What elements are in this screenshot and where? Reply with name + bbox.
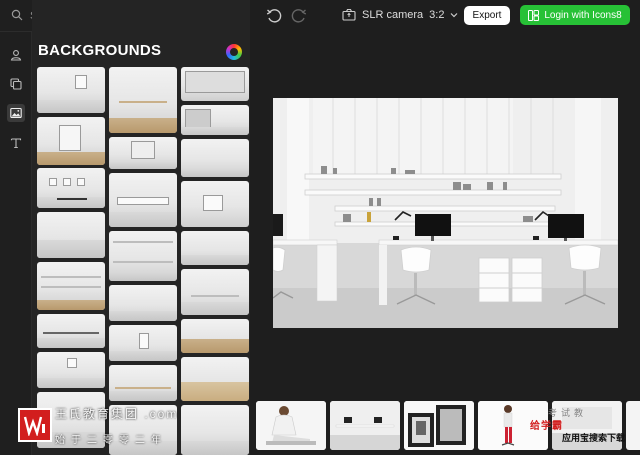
watermark-text: 应用宝搜索下载 — [562, 433, 626, 443]
scene-thumb[interactable] — [626, 401, 640, 450]
image-icon — [10, 107, 22, 119]
camera-selector[interactable]: SLR camera 3:2 — [342, 8, 458, 21]
scene-preview[interactable] — [273, 98, 618, 328]
top-bar: SLR camera 3:2 Export Login with Icons8 — [250, 0, 640, 32]
login-label: Login with Icons8 — [544, 9, 622, 21]
redo-icon[interactable] — [290, 7, 308, 25]
background-thumb[interactable] — [37, 262, 105, 310]
watermark-logo — [18, 408, 52, 442]
office-scene-image — [273, 98, 618, 328]
background-thumb[interactable] — [109, 173, 177, 227]
color-filter-icon[interactable] — [226, 44, 242, 60]
export-button[interactable]: Export — [464, 6, 510, 25]
watermark-w-icon — [23, 416, 45, 436]
background-thumb[interactable] — [109, 231, 177, 281]
background-thumb[interactable] — [37, 352, 105, 388]
rail-button-people[interactable] — [7, 46, 25, 64]
backgrounds-panel: BACKGROUNDS — [32, 0, 250, 455]
person-figure-image — [256, 401, 326, 450]
background-thumb[interactable] — [37, 212, 105, 258]
background-thumb[interactable] — [181, 181, 249, 227]
background-thumb[interactable] — [37, 117, 105, 165]
background-thumb[interactable] — [37, 168, 105, 208]
watermark-text: 给学霸 — [530, 421, 563, 432]
scene-strip — [250, 394, 640, 455]
text-icon — [10, 138, 22, 149]
login-button[interactable]: Login with Icons8 — [520, 5, 630, 25]
watermark-text: 王氏教育集团 .com — [55, 407, 179, 421]
frames-thumb-image — [404, 401, 474, 450]
background-thumb[interactable] — [181, 269, 249, 315]
search-icon — [11, 9, 23, 21]
panel-title: BACKGROUNDS — [38, 42, 162, 59]
scene-thumb[interactable] — [330, 401, 400, 450]
office-thumb-image — [330, 401, 400, 450]
person-icon — [10, 50, 22, 61]
rail-button-text[interactable] — [7, 134, 25, 152]
background-thumb[interactable] — [109, 137, 177, 169]
backgrounds-grid — [37, 67, 249, 455]
canvas-area — [250, 32, 640, 394]
camera-icon — [342, 8, 356, 21]
rail-button-objects[interactable] — [7, 75, 25, 93]
undo-icon[interactable] — [265, 7, 283, 25]
background-thumb[interactable] — [181, 405, 249, 455]
background-thumb[interactable] — [109, 325, 177, 361]
layers-icon — [10, 78, 22, 90]
background-thumb[interactable] — [181, 139, 249, 177]
background-thumb[interactable] — [181, 357, 249, 401]
rail-button-backgrounds[interactable] — [7, 104, 25, 122]
left-rail — [0, 0, 32, 455]
background-thumb[interactable] — [181, 67, 249, 101]
aspect-ratio: 3:2 — [429, 8, 445, 21]
icons8-logo-icon — [528, 9, 540, 21]
background-thumb[interactable] — [37, 314, 105, 348]
background-thumb[interactable] — [181, 105, 249, 135]
background-thumb[interactable] — [37, 67, 105, 113]
background-thumb[interactable] — [181, 319, 249, 353]
chevron-down-icon — [451, 12, 458, 17]
camera-label: SLR camera — [362, 8, 424, 21]
background-thumb[interactable] — [181, 231, 249, 265]
background-thumb[interactable] — [109, 285, 177, 321]
scene-thumb[interactable] — [256, 401, 326, 450]
scene-thumb[interactable] — [404, 401, 474, 450]
background-thumb[interactable] — [109, 67, 177, 133]
background-thumb[interactable] — [109, 365, 177, 401]
watermark-subtext: 始于二零零二年 — [55, 435, 167, 446]
